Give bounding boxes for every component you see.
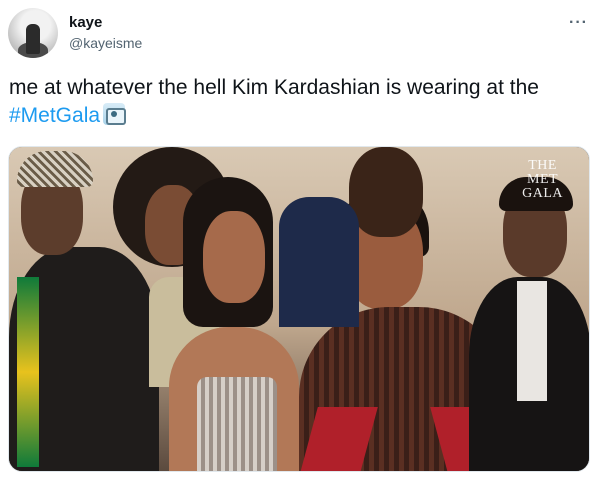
more-options-icon[interactable]: ··· xyxy=(569,14,588,32)
tweet-body: me at whatever the hell Kim Kardashian i… xyxy=(9,76,539,99)
display-name[interactable]: kaye xyxy=(69,14,142,32)
tweet-media-image[interactable]: THE MET GALA xyxy=(8,146,590,472)
met-gala-watermark: THE MET GALA xyxy=(522,158,563,201)
tweet-card: kaye @kayeisme ··· me at whatever the he… xyxy=(0,0,600,482)
tweet-text: me at whatever the hell Kim Kardashian i… xyxy=(9,74,589,130)
camera-emoji-icon xyxy=(103,103,127,125)
person-back-man xyxy=(279,147,449,327)
hashtag-link[interactable]: #MetGala xyxy=(9,104,100,127)
person-right xyxy=(469,177,589,471)
avatar-figure xyxy=(26,24,40,54)
tweet-header: kaye @kayeisme ··· xyxy=(8,8,588,60)
avatar[interactable] xyxy=(8,8,58,58)
author-names: kaye @kayeisme xyxy=(69,14,142,52)
user-handle[interactable]: @kayeisme xyxy=(69,34,142,52)
